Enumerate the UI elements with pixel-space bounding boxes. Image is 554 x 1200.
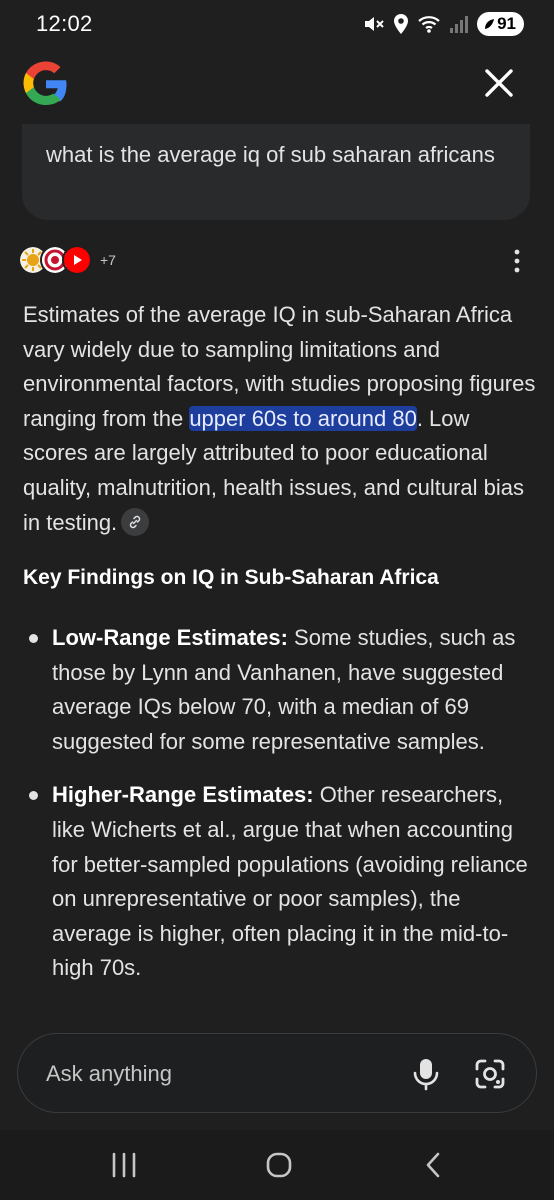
list-item: Low-Range Estimates: Some studies, such …: [23, 621, 538, 759]
ask-input[interactable]: [46, 1058, 386, 1090]
status-icons: 91: [363, 10, 524, 38]
bullet-title: Higher-Range Estimates:: [52, 782, 314, 808]
recent-apps-icon[interactable]: [104, 1150, 144, 1180]
close-icon[interactable]: [480, 64, 518, 102]
answer-paragraph: Estimates of the average IQ in sub-Sahar…: [23, 298, 538, 540]
answer-highlight[interactable]: upper 60s to around 80: [189, 405, 417, 431]
list-item: Higher-Range Estimates: Other researcher…: [23, 778, 538, 986]
ask-bar: [17, 1033, 537, 1113]
bullet-title: Low-Range Estimates:: [52, 625, 288, 650]
google-lens-icon[interactable]: [472, 1056, 508, 1092]
wifi-icon: [418, 16, 440, 33]
home-icon[interactable]: [259, 1150, 299, 1180]
query-bubble: what is the average iq of sub saharan af…: [22, 124, 530, 220]
signal-icon: [450, 16, 469, 33]
battery-level: 91: [497, 14, 516, 33]
back-icon[interactable]: [414, 1150, 454, 1180]
more-sources-count: +7: [100, 252, 116, 268]
location-icon: [394, 14, 409, 34]
source-favicon-3: [62, 245, 92, 275]
query-text: what is the average iq of sub saharan af…: [46, 142, 495, 167]
bullet-icon: [29, 791, 38, 801]
section-heading: Key Findings on IQ in Sub-Saharan Africa: [23, 566, 439, 589]
bullet-icon: [29, 634, 38, 643]
more-options-icon[interactable]: [506, 248, 528, 274]
microphone-icon[interactable]: [409, 1056, 443, 1092]
google-g-logo: [23, 61, 67, 105]
system-nav-bar: [0, 1130, 554, 1200]
battery-icon: 91: [477, 12, 524, 36]
findings-list: Low-Range Estimates: Some studies, such …: [23, 621, 538, 1005]
sources-row[interactable]: +7: [18, 244, 116, 276]
bullet-text: Other researchers, like Wicherts et al.,…: [52, 782, 528, 981]
status-bar: 12:02 91: [0, 0, 554, 48]
link-icon[interactable]: [121, 507, 150, 536]
status-time: 12:02: [36, 11, 93, 36]
mute-icon: [365, 17, 384, 31]
